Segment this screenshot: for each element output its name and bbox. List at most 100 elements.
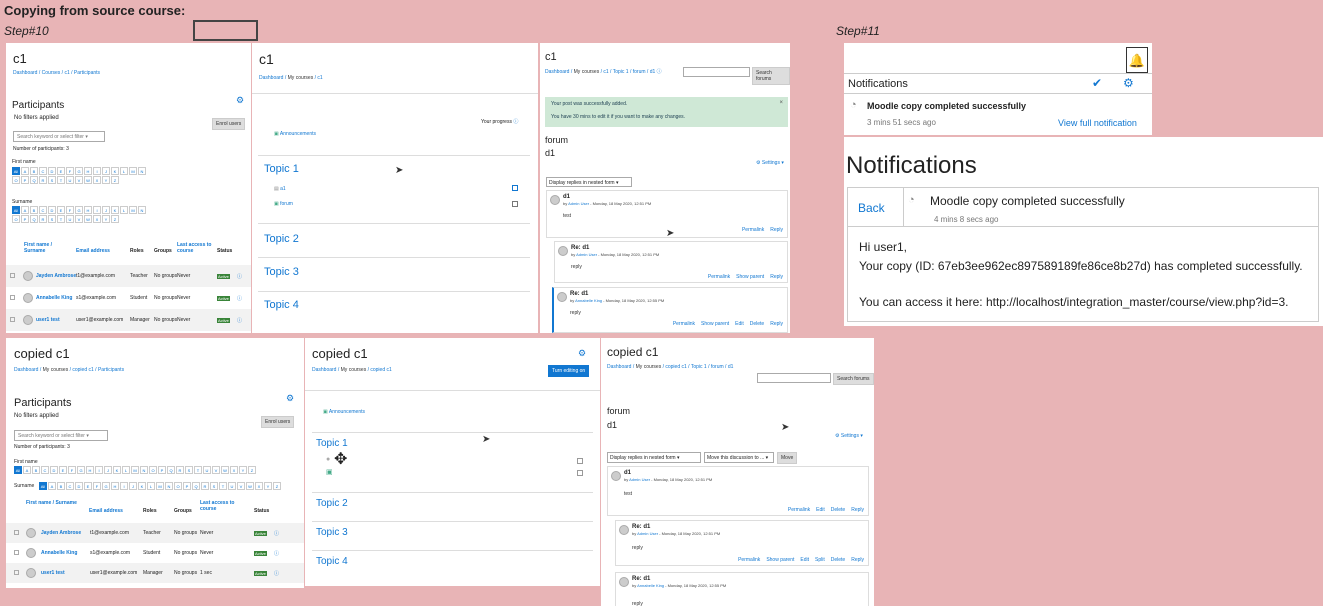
surname-letter-n[interactable]: N	[138, 206, 146, 214]
surname-letter-o[interactable]: O	[174, 482, 182, 490]
topic-4[interactable]: Topic 4	[316, 556, 348, 567]
post-action-permalink[interactable]: Permalink	[738, 557, 760, 563]
surname-letter-w[interactable]: W	[84, 215, 92, 223]
post-author[interactable]: Admin User	[637, 531, 658, 536]
search-input[interactable]: Search keyword or select filter ▾	[13, 131, 105, 142]
cell-name[interactable]: Annabelle King	[41, 550, 77, 556]
crumb-dashboard[interactable]: Dashboard	[607, 364, 631, 370]
enrol-users-button[interactable]: Enrol users	[212, 118, 246, 130]
forum-search-input[interactable]	[757, 373, 831, 383]
first-name-letter-d[interactable]: D	[48, 167, 56, 175]
surname-letter-f[interactable]: F	[93, 482, 101, 490]
surname-letter-h[interactable]: H	[84, 206, 92, 214]
crumb-course[interactable]: c1	[317, 75, 322, 81]
settings-menu[interactable]: ⚙ Settings ▾	[835, 433, 863, 439]
post-action-split[interactable]: Split	[815, 557, 825, 563]
cell-name[interactable]: Jayden Ambrose	[36, 273, 76, 279]
crumb-dashboard[interactable]: Dashboard	[14, 367, 38, 373]
surname-letter-i[interactable]: I	[93, 206, 101, 214]
first-name-letter-m[interactable]: M	[129, 167, 137, 175]
search-forums-button[interactable]: Search forums	[833, 373, 874, 385]
post-action-permalink[interactable]: Permalink	[742, 227, 764, 233]
info-icon[interactable]: ⓘ	[237, 295, 242, 302]
move-discussion-select[interactable]: Move this discussion to ... ▾	[704, 452, 774, 463]
first-name-letter-b[interactable]: B	[30, 167, 38, 175]
info-icon[interactable]: ⓘ	[274, 550, 279, 557]
first-name-letter-v[interactable]: V	[75, 176, 83, 184]
completion-checkbox-a1[interactable]	[512, 185, 518, 191]
first-name-letter-s[interactable]: S	[48, 176, 56, 184]
topic-2[interactable]: Topic 2	[316, 498, 348, 509]
crumb-course[interactable]: c1	[603, 69, 608, 75]
crumb-participants[interactable]: Participants	[98, 367, 124, 373]
surname-letter-q[interactable]: Q	[192, 482, 200, 490]
first-name-letter-c[interactable]: C	[39, 167, 47, 175]
surname-letter-k[interactable]: K	[111, 206, 119, 214]
first-name-letter-z[interactable]: Z	[111, 176, 119, 184]
post-action-delete[interactable]: Delete	[750, 321, 764, 327]
announcements-link[interactable]: ▣ Announcements	[274, 131, 316, 137]
first-name-letter-h[interactable]: H	[84, 167, 92, 175]
cell-name[interactable]: user1 test	[41, 570, 65, 576]
post-action-reply[interactable]: Reply	[851, 507, 864, 513]
row-checkbox[interactable]	[14, 570, 19, 575]
mark-read-icon[interactable]: ✔	[1092, 76, 1102, 90]
first-name-letter-m[interactable]: M	[131, 466, 139, 474]
crumb-discussion[interactable]: d1	[650, 69, 656, 75]
crumb-course[interactable]: copied c1	[665, 364, 686, 370]
post-action-reply[interactable]: Reply	[851, 557, 864, 563]
surname-letters[interactable]: All A B C D E F G H I J K L M N O P Q R S T U V W X Y Z	[12, 206, 152, 223]
crumb-topic[interactable]: Topic 1	[691, 364, 707, 370]
first-name-letters[interactable]: All A B C D E F G H I J K L M N O P Q R S T U V W X Y Z	[12, 167, 152, 184]
first-name-letter-s[interactable]: S	[185, 466, 193, 474]
first-name-letter-g[interactable]: G	[77, 466, 85, 474]
enrol-users-button[interactable]: Enrol users	[261, 416, 295, 428]
crumb-dashboard[interactable]: Dashboard	[312, 367, 336, 373]
crumb-dashboard[interactable]: Dashboard	[13, 70, 37, 76]
surname-letter-u[interactable]: U	[228, 482, 236, 490]
forum-search-input[interactable]	[683, 67, 750, 77]
surname-letter-e[interactable]: E	[57, 206, 65, 214]
notification-item[interactable]: Moodle copy completed successfully	[867, 101, 1026, 111]
first-name-letter-f[interactable]: F	[68, 466, 76, 474]
first-name-letter-v[interactable]: V	[212, 466, 220, 474]
first-name-letter-f[interactable]: F	[66, 167, 74, 175]
display-mode-select[interactable]: Display replies in nested form ▾	[546, 177, 632, 187]
col-name[interactable]: First name / Surname	[26, 500, 77, 506]
surname-letter-v[interactable]: V	[75, 215, 83, 223]
surname-letter-c[interactable]: C	[66, 482, 74, 490]
post-action-show-parent[interactable]: Show parent	[766, 557, 794, 563]
first-name-letter-w[interactable]: W	[84, 176, 92, 184]
post-author[interactable]: Annabelle King	[637, 583, 664, 588]
first-name-letter-e[interactable]: E	[59, 466, 67, 474]
first-name-letter-r[interactable]: R	[176, 466, 184, 474]
crumb-dashboard[interactable]: Dashboard	[545, 69, 569, 75]
surname-letter-v[interactable]: V	[237, 482, 245, 490]
cell-name[interactable]: Annabelle King	[36, 295, 72, 301]
surname-letter-p[interactable]: P	[183, 482, 191, 490]
first-name-letter-all[interactable]: All	[12, 167, 20, 175]
surname-letter-k[interactable]: K	[138, 482, 146, 490]
surname-letter-e[interactable]: E	[84, 482, 92, 490]
row-checkbox[interactable]	[14, 530, 19, 535]
surname-letter-f[interactable]: F	[66, 206, 74, 214]
surname-letter-q[interactable]: Q	[30, 215, 38, 223]
topic-4[interactable]: Topic 4	[264, 299, 299, 311]
activity-forum[interactable]: ▣ forum	[274, 201, 293, 207]
help-icon[interactable]: ⓘ	[657, 69, 662, 75]
crumb-dashboard[interactable]: Dashboard	[259, 75, 283, 81]
row-checkbox[interactable]	[10, 317, 15, 322]
surname-letter-s[interactable]: S	[48, 215, 56, 223]
surname-letter-t[interactable]: T	[219, 482, 227, 490]
turn-editing-on-button[interactable]: Turn editing on	[548, 365, 590, 377]
post-author[interactable]: Admin User	[576, 252, 597, 257]
bell-icon[interactable]: 🔔	[1126, 47, 1148, 73]
surname-letter-a[interactable]: A	[21, 206, 29, 214]
first-name-letter-j[interactable]: J	[104, 466, 112, 474]
first-name-letter-w[interactable]: W	[221, 466, 229, 474]
surname-letter-p[interactable]: P	[21, 215, 29, 223]
first-name-letter-q[interactable]: Q	[30, 176, 38, 184]
first-name-letter-o[interactable]: O	[12, 176, 20, 184]
post-action-reply[interactable]: Reply	[770, 274, 783, 280]
first-name-letter-a[interactable]: A	[21, 167, 29, 175]
